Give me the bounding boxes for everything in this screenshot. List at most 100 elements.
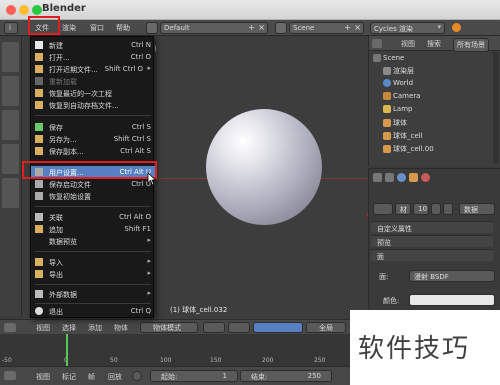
menu-item-new[interactable]: 新建 Ctrl N	[31, 39, 155, 51]
menu-item-export[interactable]: 导出 ▸	[31, 268, 155, 280]
shading-select[interactable]	[203, 322, 225, 333]
menu-item-revert: 重新加载	[31, 75, 155, 87]
sphere-object[interactable]	[206, 109, 322, 225]
orientation-select[interactable]: 全局	[306, 322, 346, 333]
info-editor-button[interactable]: i	[4, 22, 18, 34]
timeline-header: 视图 标记 帧 回放 起始: 1 结束: 250	[0, 366, 350, 385]
timeline-editor[interactable]: -50 0 50 100 150 200 250	[0, 334, 350, 366]
record-button[interactable]	[132, 371, 142, 381]
object-tab-icon[interactable]	[409, 173, 418, 182]
annotation-box-file-menu	[28, 16, 60, 35]
material-name-field[interactable]: 材	[395, 203, 411, 215]
menu-item-open-recent[interactable]: 打开近期文件... Shift Ctrl O ▸	[31, 63, 155, 75]
menu-window[interactable]: 窗口	[90, 23, 104, 33]
vp-menu-select[interactable]: 选择	[62, 323, 76, 333]
menu-item-data-previews[interactable]: 数据预览 ▸	[31, 235, 155, 247]
outliner-scrollbar[interactable]	[493, 52, 499, 164]
menu-item-open[interactable]: 打开... Ctrl O	[31, 51, 155, 63]
outliner-row-sphere-cell-00[interactable]: 球体_cell.00	[383, 144, 500, 156]
menu-item-save-startup[interactable]: 保存启动文件 Ctrl U	[31, 178, 155, 190]
add-layout-icon[interactable]: +	[248, 23, 255, 32]
remove-layout-icon[interactable]: ×	[258, 23, 265, 32]
surface-shader-select[interactable]: 漫射 BSDF	[409, 270, 495, 282]
outliner-row-lamp[interactable]: Lamp	[383, 105, 500, 117]
vp-menu-object[interactable]: 物体	[114, 323, 128, 333]
tool-tab-2[interactable]	[2, 76, 19, 106]
mesh-icon	[383, 132, 391, 140]
menu-render[interactable]: 渲染	[62, 23, 76, 33]
menu-help[interactable]: 帮助	[116, 23, 130, 33]
tool-tab-1[interactable]	[2, 42, 19, 72]
end-frame-field[interactable]: 结束: 250	[240, 370, 332, 382]
outliner-type-icon[interactable]	[372, 39, 382, 48]
watermark-text: 软件技巧	[358, 334, 471, 364]
menu-item-external-data[interactable]: 外部数据 ▸	[31, 288, 155, 300]
vp-menu-view[interactable]: 视图	[36, 323, 50, 333]
panel-surface[interactable]: 面	[371, 249, 493, 261]
outliner-scene-select[interactable]: 所有场景	[453, 38, 489, 52]
scene-type-icon[interactable]	[275, 22, 287, 34]
manipulator-toggle[interactable]	[253, 322, 303, 333]
layout-selector[interactable]: Default + ×	[160, 22, 268, 34]
scene-tab-icon[interactable]	[385, 173, 394, 182]
pivot-select[interactable]	[228, 322, 250, 333]
start-frame-field[interactable]: 起始: 1	[150, 370, 238, 382]
add-scene-icon[interactable]: +	[344, 23, 351, 32]
world-tab-icon[interactable]	[397, 173, 406, 182]
outliner-row-sphere[interactable]: 球体	[383, 118, 500, 130]
material-slot-icon[interactable]	[373, 203, 393, 215]
menu-separator	[35, 206, 151, 207]
layout-type-icon[interactable]	[146, 22, 158, 34]
menu-item-append[interactable]: 追加 Shift F1	[31, 223, 155, 235]
menu-separator	[35, 284, 151, 285]
timeline-playhead[interactable]	[66, 334, 68, 366]
remove-scene-icon[interactable]: ×	[354, 23, 361, 32]
close-window-button[interactable]	[6, 5, 16, 15]
render-tab-icon[interactable]	[373, 173, 382, 182]
menu-item-link[interactable]: 关联 Ctrl Alt O	[31, 211, 155, 223]
timeline-editor-type-icon[interactable]	[4, 371, 16, 380]
outliner-tab-search[interactable]: 搜索	[427, 39, 441, 49]
tool-tab-4[interactable]	[2, 144, 19, 174]
menu-item-save[interactable]: 保存 Ctrl S	[31, 121, 155, 133]
panel-preview[interactable]: 预览	[371, 235, 493, 247]
scene-selector[interactable]: Scene + ×	[289, 22, 364, 34]
fake-user-toggle[interactable]	[431, 203, 441, 215]
outliner-row-camera[interactable]: Camera	[383, 92, 500, 104]
material-users-field[interactable]: 10	[413, 203, 429, 215]
menu-item-import[interactable]: 导入 ▸	[31, 256, 155, 268]
submenu-arrow-icon: ▸	[147, 236, 151, 244]
editor-type-icon[interactable]	[4, 323, 16, 332]
layout-name: Default	[164, 24, 190, 32]
render-engine-select[interactable]: Cycles 渲染 ▾	[370, 22, 445, 34]
tl-menu-frame[interactable]: 帧	[88, 372, 95, 382]
menu-item-factory-settings[interactable]: 恢复初始设置	[31, 190, 155, 202]
submenu-arrow-icon: ▸	[147, 64, 151, 72]
outliner-row-sphere-cell[interactable]: 球体_cell	[383, 131, 500, 143]
outliner-tab-view[interactable]: 视图	[401, 39, 415, 49]
tl-menu-marker[interactable]: 标记	[62, 372, 76, 382]
color-swatch[interactable]	[409, 294, 495, 306]
menu-item-recover-auto[interactable]: 恢复到自动存档文件...	[31, 99, 155, 111]
tl-menu-playback[interactable]: 回放	[108, 372, 122, 382]
menu-item-save-as[interactable]: 另存为... Shift Ctrl S	[31, 133, 155, 145]
menu-item-save-copy[interactable]: 保存副本... Ctrl Alt S	[31, 145, 155, 157]
tool-tab-3[interactable]	[2, 110, 19, 140]
panel-custom-props[interactable]: 自定义属性	[371, 221, 493, 233]
tl-menu-view[interactable]: 视图	[36, 372, 50, 382]
material-tab-icon[interactable]	[421, 173, 430, 182]
tool-tab-5[interactable]	[2, 178, 19, 208]
outliner-row-scene[interactable]: Scene	[373, 54, 493, 66]
info-icon: i	[9, 24, 11, 32]
export-icon	[35, 270, 43, 278]
menu-item-recover-last[interactable]: 恢复最近的一次工程	[31, 87, 155, 99]
menu-item-quit[interactable]: 退出 Ctrl Q	[31, 305, 155, 317]
unlink-material-button[interactable]	[443, 203, 453, 215]
outliner-row-world[interactable]: World	[383, 79, 500, 91]
material-link-select[interactable]: 数据	[459, 203, 495, 215]
mode-select[interactable]: 物体模式	[140, 322, 198, 333]
minimize-window-button[interactable]	[19, 5, 29, 15]
zoom-window-button[interactable]	[32, 5, 42, 15]
vp-menu-add[interactable]: 添加	[88, 323, 102, 333]
outliner-row-renderlayer[interactable]: 渲染层	[383, 66, 500, 78]
